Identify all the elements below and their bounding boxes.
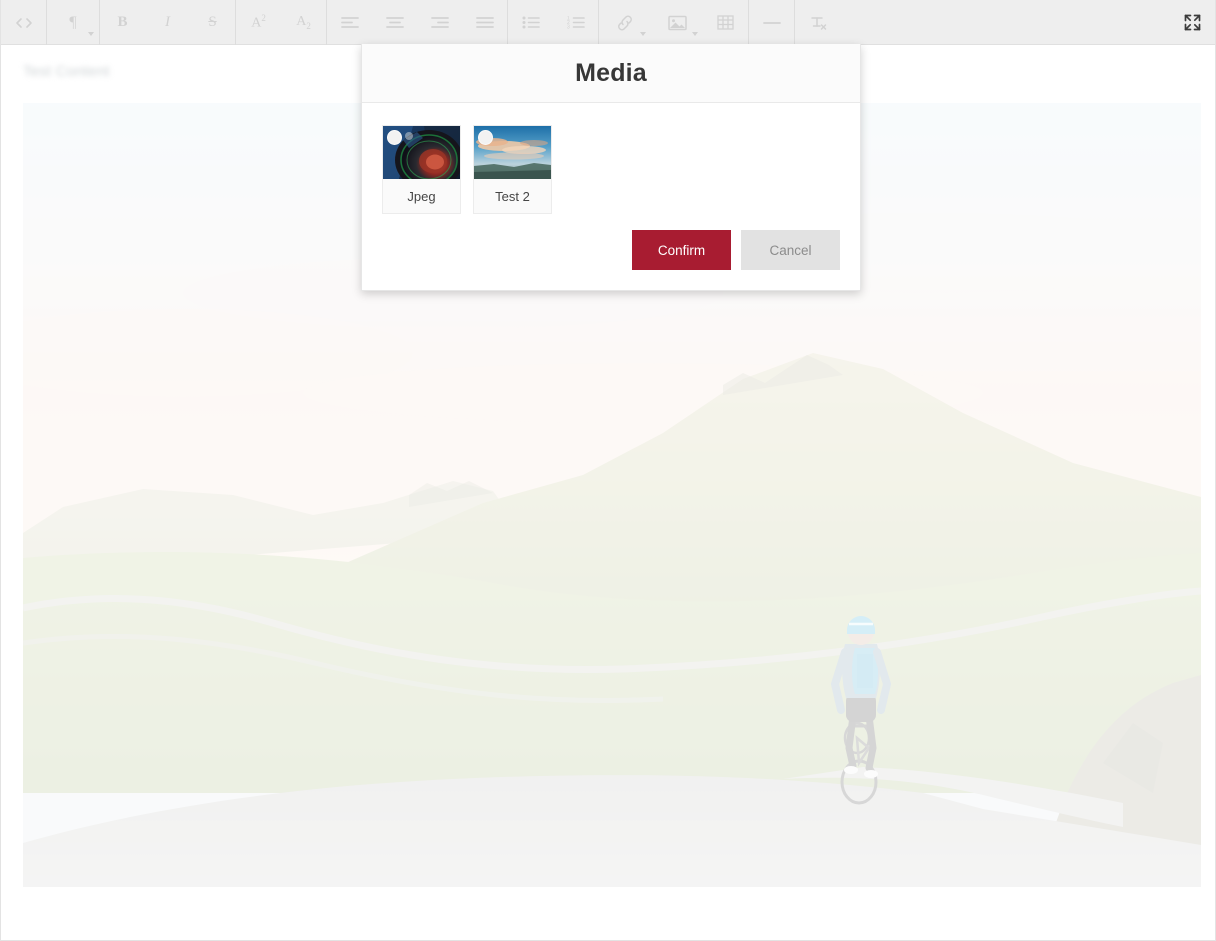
editor-app: ¶ B I S A2 A2 1 2 3 Test Content Media J…: [0, 0, 1216, 941]
media-item-label: Test 2: [495, 188, 530, 204]
media-modal: Media Jpeg Test 2 Confirm Cancel: [361, 44, 861, 291]
media-grid: Jpeg Test 2: [382, 125, 840, 214]
modal-footer: Confirm Cancel: [362, 214, 860, 290]
cancel-button[interactable]: Cancel: [741, 230, 840, 270]
modal-header: Media: [362, 44, 860, 103]
media-item-jpeg[interactable]: Jpeg: [382, 125, 461, 214]
media-thumbnail: [383, 126, 460, 179]
modal-overlay: Media Jpeg Test 2 Confirm Cancel: [1, 0, 1215, 940]
media-select-radio[interactable]: [478, 130, 493, 145]
modal-body: Jpeg Test 2: [362, 103, 860, 214]
media-thumbnail: [474, 126, 551, 179]
media-select-radio[interactable]: [387, 130, 402, 145]
media-item-test-2[interactable]: Test 2: [473, 125, 552, 214]
modal-title: Media: [575, 58, 647, 87]
confirm-button[interactable]: Confirm: [632, 230, 731, 270]
media-item-label: Jpeg: [407, 188, 436, 204]
